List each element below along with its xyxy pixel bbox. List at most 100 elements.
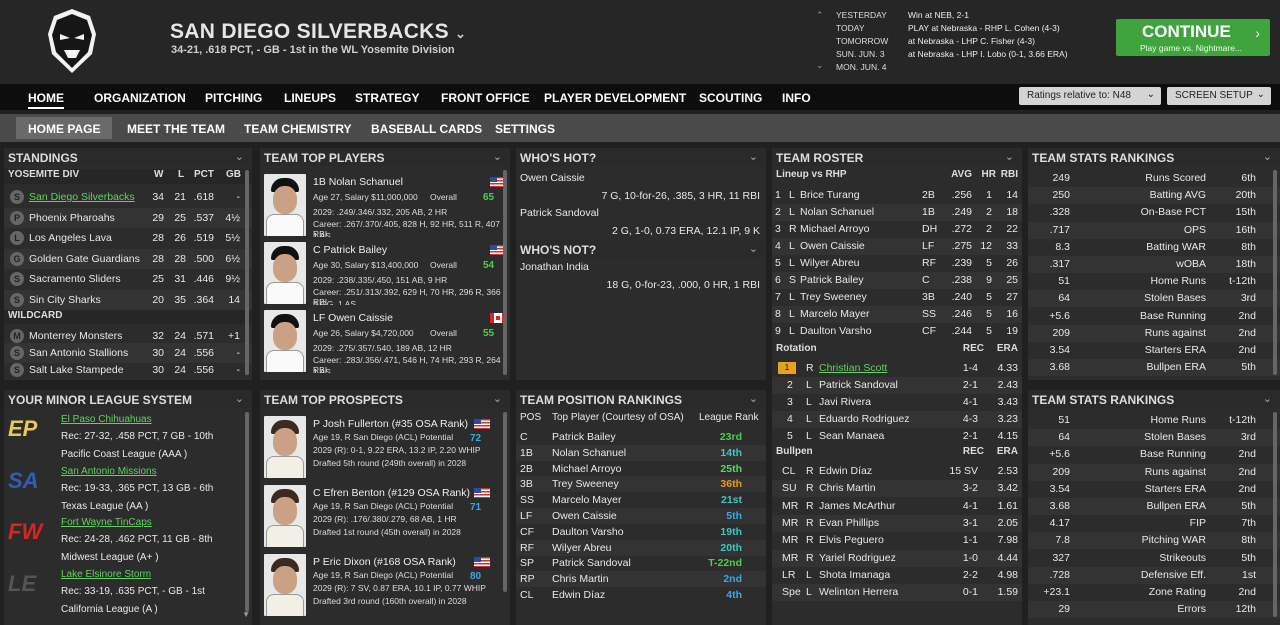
chevron-down-icon[interactable]: ⌄ [455, 26, 466, 41]
player-card[interactable]: 1B Nolan Schanuel Age 27, Salary $11,000,… [260, 172, 510, 240]
pitcher-name[interactable]: Edwin Díaz [819, 465, 872, 477]
bullpen-row[interactable]: MR R Yariel Rodriguez 1-0 4.44 [772, 549, 1022, 567]
player-card[interactable]: C Patrick Bailey Age 30, Salary $13,400,0… [260, 240, 510, 308]
prospect-name[interactable]: P Eric Dixon (#168 OSA Rank) [313, 556, 456, 568]
screen-setup-select[interactable]: SCREEN SETUP ⌄ [1167, 87, 1271, 105]
subnav-tab-team-chemistry[interactable]: TEAM CHEMISTRY [244, 122, 352, 136]
stat-row[interactable]: 3.54 Starters ERA 2nd [1028, 342, 1280, 359]
chevron-down-icon[interactable]: ⌄ [749, 150, 758, 163]
pitcher-name[interactable]: Elvis Peguero [819, 534, 884, 546]
position-row[interactable]: RP Chris Martin 2nd [516, 571, 766, 588]
bullpen-row[interactable]: CL R Edwin Díaz 15 SV 2.53 [772, 463, 1022, 480]
stat-row[interactable]: +5.6 Base Running 2nd [1028, 308, 1280, 325]
schedule-up-arrow-icon[interactable]: ⌃ [816, 10, 824, 21]
player[interactable]: Owen Caissie [552, 510, 617, 522]
team-name[interactable]: SAN DIEGO SILVERBACKS ⌄ [170, 20, 466, 44]
player-name[interactable]: Brice Turang [800, 189, 860, 201]
lineup-row[interactable]: 9 L Daulton Varsho CF .244 5 19 [772, 323, 1022, 340]
continue-button[interactable]: CONTINUE Play game vs. Nightmare... › [1116, 19, 1270, 56]
pitcher-name[interactable]: Sean Manaea [819, 430, 884, 442]
stat-row[interactable]: 51 Home Runs t-12th [1028, 273, 1280, 290]
standings-row[interactable]: L Los Angeles Lava 28 26 .519 5½ [4, 228, 252, 248]
bullpen-row[interactable]: SU R Chris Martin 3-2 3.42 [772, 480, 1022, 498]
nav-tab-pitching[interactable]: PITCHING [205, 91, 262, 105]
lineup-row[interactable]: 4 L Owen Caissie LF .275 12 33 [772, 238, 1022, 255]
lineup-row[interactable]: 6 S Patrick Bailey C .238 9 25 [772, 272, 1022, 289]
nav-tab-player-development[interactable]: PLAYER DEVELOPMENT [544, 91, 686, 105]
player-name[interactable]: Owen Caissie [800, 240, 865, 252]
player[interactable]: Michael Arroyo [552, 463, 621, 475]
lineup-row[interactable]: 3 R Michael Arroyo DH .272 2 22 [772, 221, 1022, 238]
subnav-tab-settings[interactable]: SETTINGS [495, 122, 555, 136]
ratings-relative-select[interactable]: Ratings relative to: N48 ⌄ [1019, 87, 1161, 105]
player[interactable]: Edwin Díaz [552, 589, 605, 601]
player-name[interactable]: C Patrick Bailey [313, 244, 387, 256]
stat-row[interactable]: +23.1 Zone Rating 2nd [1028, 584, 1280, 601]
lineup-row[interactable]: 1 L Brice Turang 2B .256 1 14 [772, 187, 1022, 204]
standings-row[interactable]: S Salt Lake Stampede 30 24 .556 - [4, 360, 252, 380]
standings-row[interactable]: S Sin City Sharks 20 35 .364 14 [4, 289, 252, 310]
schedule-row[interactable]: TOMORROW at Nebraska - LHP C. Fisher (4-3… [836, 36, 1106, 48]
position-row[interactable]: SS Marcelo Mayer 21st [516, 492, 766, 508]
player-name[interactable]: Nolan Schanuel [800, 206, 874, 218]
stat-row[interactable]: .328 On-Base PCT 15th [1028, 204, 1280, 221]
position-row[interactable]: 1B Nolan Schanuel 14th [516, 444, 766, 461]
position-row[interactable]: C Patrick Bailey 23rd [516, 429, 766, 445]
minor-team-name[interactable]: Fort Wayne TinCaps [61, 517, 152, 528]
chevron-down-icon[interactable]: ⌄ [235, 392, 244, 405]
chevron-down-icon[interactable]: ⌄ [749, 242, 758, 255]
stat-row[interactable]: 327 Strikeouts 5th [1028, 550, 1280, 567]
player[interactable]: Nolan Schanuel [552, 447, 626, 459]
player[interactable]: Chris Martin [552, 573, 609, 585]
stat-row[interactable]: 249 Runs Scored 6th [1028, 170, 1280, 187]
position-row[interactable]: LF Owen Caissie 5th [516, 508, 766, 524]
scrollbar[interactable] [1273, 412, 1277, 617]
minor-team-name[interactable]: San Antonio Missions [61, 466, 157, 477]
player-name[interactable]: Trey Sweeney [800, 291, 867, 303]
player-name[interactable]: Patrick Bailey [800, 274, 864, 286]
subnav-tab-meet-the-team[interactable]: MEET THE TEAM [127, 122, 225, 136]
player-name[interactable]: 1B Nolan Schanuel [313, 176, 403, 188]
stat-row[interactable]: 3.54 Starters ERA 2nd [1028, 481, 1280, 498]
pitcher-name[interactable]: Javi Rivera [819, 396, 871, 408]
schedule-row[interactable]: MON. JUN. 4 [836, 62, 1106, 74]
scrollbar[interactable] [245, 412, 249, 612]
player-card[interactable]: LF Owen Caissie Age 26, Salary $4,720,000… [260, 308, 510, 376]
standings-row[interactable]: S Sacramento Sliders 25 31 .446 9½ [4, 269, 252, 289]
chevron-down-icon[interactable]: ⌄ [1263, 150, 1272, 163]
stat-row[interactable]: 64 Stolen Bases 3rd [1028, 290, 1280, 308]
bullpen-row[interactable]: MR R Evan Phillips 3-1 2.05 [772, 514, 1022, 532]
stat-row[interactable]: 250 Batting AVG 20th [1028, 187, 1280, 205]
pitcher-name[interactable]: Eduardo Rodriguez [819, 413, 909, 425]
lineup-row[interactable]: 8 L Marcelo Mayer SS .246 5 16 [772, 306, 1022, 323]
scrollbar[interactable] [1273, 170, 1277, 375]
scrollbar[interactable] [503, 412, 507, 592]
standings-row[interactable]: P Phoenix Pharoahs 29 25 .537 4½ [4, 207, 252, 228]
nav-tab-info[interactable]: INFO [782, 91, 811, 105]
scroll-down-arrow-icon[interactable]: ▼ [242, 610, 250, 619]
stat-row[interactable]: 29 Errors 12th [1028, 601, 1280, 619]
chevron-down-icon[interactable]: ⌄ [493, 150, 502, 163]
stat-row[interactable]: 209 Runs against 2nd [1028, 324, 1280, 342]
stat-row[interactable]: +5.6 Base Running 2nd [1028, 446, 1280, 463]
pitcher-name[interactable]: Chris Martin [819, 482, 876, 494]
schedule-down-arrow-icon[interactable]: ⌄ [816, 60, 824, 71]
lineup-row[interactable]: 7 L Trey Sweeney 3B .240 5 27 [772, 289, 1022, 306]
player-name[interactable]: Marcelo Mayer [800, 308, 869, 320]
chevron-down-icon[interactable]: ⌄ [1263, 392, 1272, 405]
player[interactable]: Patrick Bailey [552, 431, 616, 443]
player[interactable]: Trey Sweeney [552, 478, 619, 490]
stat-row[interactable]: 51 Home Runs t-12th [1028, 412, 1280, 429]
position-row[interactable]: 3B Trey Sweeney 36th [516, 476, 766, 493]
scrollbar[interactable] [245, 170, 249, 375]
bullpen-row[interactable]: MR R James McArthur 4-1 1.61 [772, 498, 1022, 515]
rotation-row[interactable]: 3 L Javi Rivera 4-1 3.43 [772, 394, 1022, 411]
stat-row[interactable]: .317 wOBA 18th [1028, 256, 1280, 273]
pitcher-name[interactable]: Welinton Herrera [819, 586, 898, 598]
stat-row[interactable]: 3.68 Bullpen ERA 5th [1028, 498, 1280, 515]
subnav-tab-home-page[interactable]: HOME PAGE [16, 117, 113, 139]
lineup-row[interactable]: 5 L Wilyer Abreu RF .239 5 26 [772, 255, 1022, 272]
stat-row[interactable]: 7.8 Pitching WAR 8th [1028, 532, 1280, 550]
schedule-row[interactable]: SUN. JUN. 3 at Nebraska - LHP I. Lobo (0-… [836, 49, 1106, 61]
chevron-down-icon[interactable]: ⌄ [749, 392, 758, 405]
